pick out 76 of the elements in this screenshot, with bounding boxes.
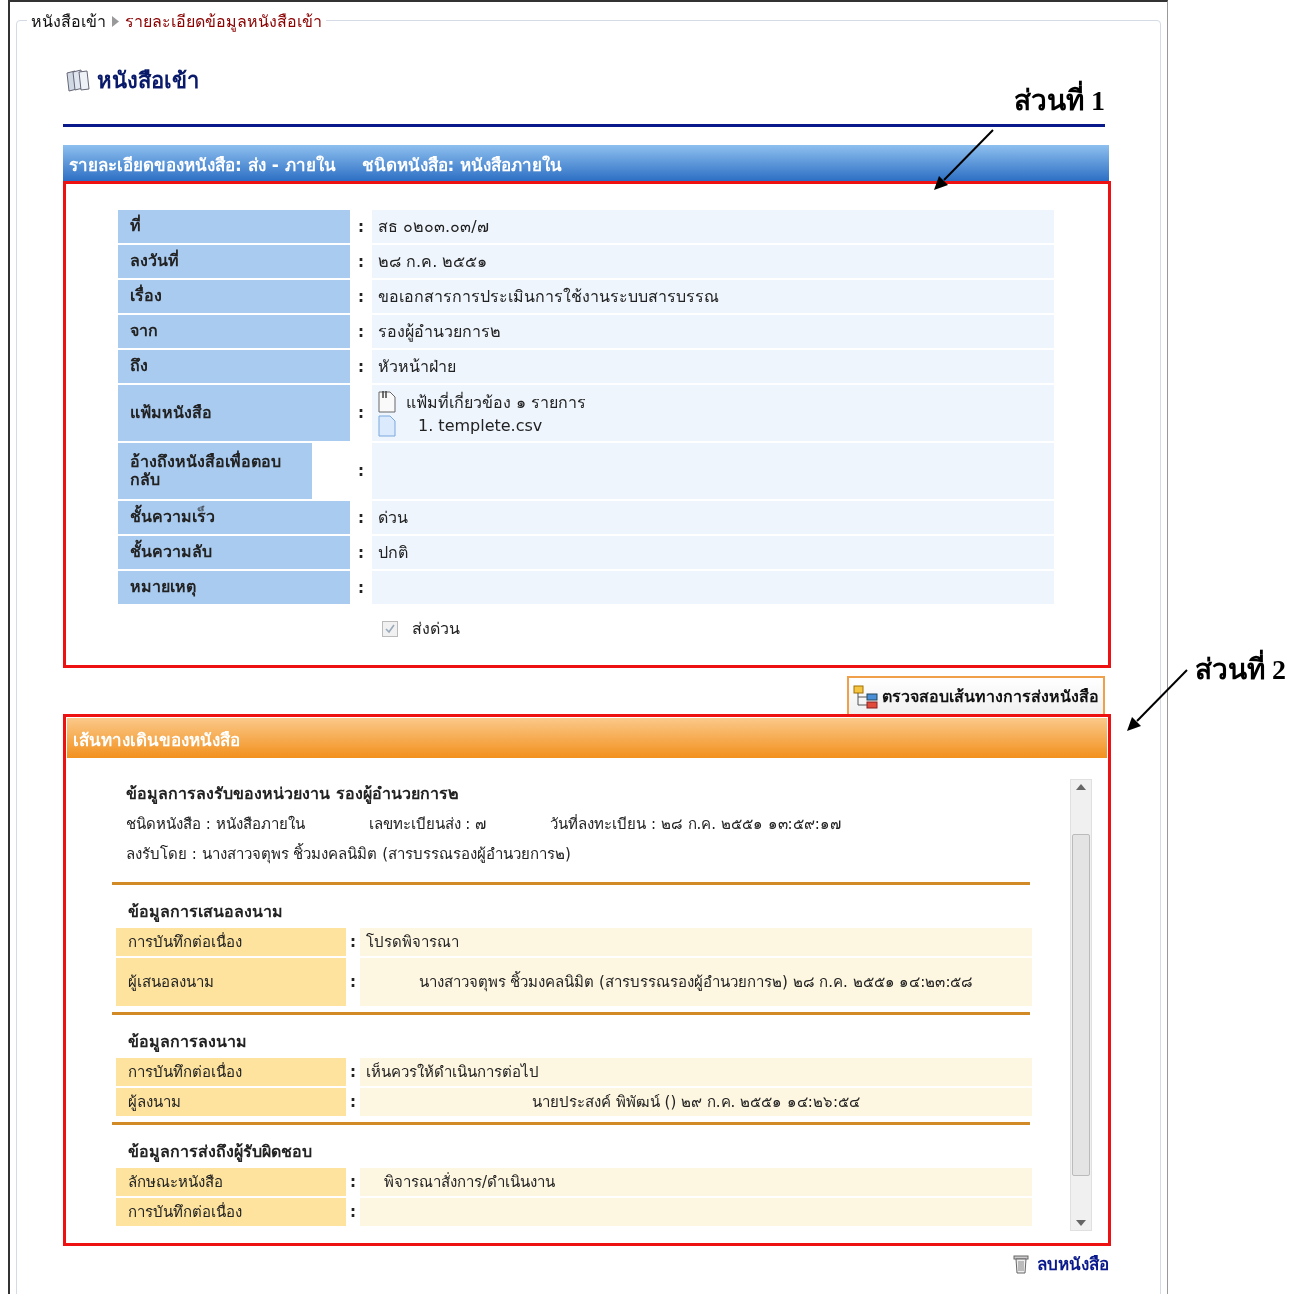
colon: : [357,577,365,599]
scroll-up-arrow-icon[interactable] [1076,784,1086,790]
trash-icon [1013,1253,1029,1274]
page-title: หนังสือเข้า [97,67,199,95]
value-text: ๒๘ ก.ค. ๒๕๕๑ [378,251,489,273]
books-icon [65,68,91,93]
annotation-arrow [934,129,994,190]
scroll-down-arrow-icon[interactable] [1076,1220,1086,1226]
annotation-label: ส่วนที่ 2 [1195,650,1286,690]
field-label: ลงวันที่ [118,245,350,278]
annotation-arrow [1127,669,1188,731]
colon: : [357,461,365,482]
colon: : [357,251,365,273]
field-label: เรื่อง [118,280,350,313]
field-label: ผู้ลงนาม [116,1088,346,1116]
delete-link[interactable]: ลบหนังสือ [1013,1250,1109,1277]
section-title: ข้อมูลการลงนาม [127,1031,248,1054]
field-label: ที่ [118,210,350,243]
attachment-summary: แฟ้มที่เกี่ยวข้อง ๑ รายการ [406,391,587,414]
clipped-pages-icon [378,391,396,413]
colon: : [349,972,357,993]
receipt-fact: วันที่ลงทะเบียน : ๒๘ ก.ค. ๒๕๕๑ ๑๓:๕๙:๑๗ [550,813,841,835]
check-route-button[interactable]: ตรวจสอบเส้นทางการส่งหนังสือ [847,676,1105,714]
value-text: นายประสงค์ พิพัฒน์ () ๒๙ ก.ค. ๒๕๕๑ ๑๔:๒๖:๕๔ [532,1092,860,1113]
flowchart-icon [853,684,879,709]
section-title: ข้อมูลการส่งถึงผู้รับผิดชอบ [127,1141,313,1164]
attachment-link[interactable]: 1. templete.csv [418,416,543,435]
colon: : [357,356,365,378]
value-text: รองผู้อำนวยการ๒ [378,321,502,344]
colon: : [349,932,357,953]
field-label: ถึง [118,350,350,383]
colon: : [357,286,365,308]
annotation-label: ส่วนที่ 1 [1014,80,1105,120]
colon: : [357,321,365,343]
value-text: หัวหน้าฝ่าย [378,356,457,378]
colon: : [357,542,365,564]
field-label: แฟ้มหนังสือ [118,385,350,441]
route-header: เส้นทางเดินของหนังสือ [67,718,1107,758]
section-title: ข้อมูลการเสนอลงนาม [127,901,284,924]
field-label: การบันทึกต่อเนื่อง [116,1198,346,1226]
colon: : [349,1062,357,1083]
document-icon [378,414,396,437]
colon: : [349,1092,357,1113]
scrollbar[interactable] [1070,779,1092,1231]
receipt-fact: เลขทะเบียนส่ง : ๗ [368,814,487,835]
receipt-fact: ชนิดหนังสือ : หนังสือภายใน [126,814,305,835]
received-by-text: ลงรับโดย : นางสาวจตุพร ชิ้วมงคลนิมิต (สารบรรณรองผู้อำนวยการ๒) [126,842,572,866]
checkbox-label: ส่งด่วน [412,618,460,640]
field-label: ลักษณะหนังสือ [116,1168,346,1196]
value-text: ปกติ [378,542,409,564]
value-text: สธ ๐๒๐๓.๐๓/๗ [378,216,490,238]
value-text: นางสาวจตุพร ชิ้วมงคลนิมิต (สารบรรณรองผู้อำนวยการ๒) ๒๘ ก.ค. ๒๕๕๑ ๑๔:๒๓:๕๘ [418,970,974,994]
value-text: ขอเอกสารการประเมินการใช้งานระบบสารบรรณ [378,286,720,308]
field-label: อ้างถึงหนังสือเพื่อตอบกลับ [118,443,312,499]
value-text: ด่วน [378,507,409,529]
breadcrumb-link[interactable]: หนังสือเข้า [31,9,106,34]
colon: : [357,403,365,424]
colon: : [357,216,365,238]
colon: : [349,1202,357,1223]
header-text: ชนิดหนังสือ: หนังสือภายใน [361,154,563,175]
field-label: ชั้นความลับ [118,536,350,569]
field-label: การบันทึกต่อเนื่อง [116,928,346,956]
field-label: ชั้นความเร็ว [118,501,350,534]
header-text: รายละเอียดของหนังสือ: ส่ง - ภายใน [69,154,336,175]
value-text: เห็นควรให้ดำเนินการต่อไป [366,1061,539,1083]
breadcrumb-arrow-icon [112,16,119,27]
field-label: การบันทึกต่อเนื่อง [116,1058,346,1086]
field-label: จาก [118,315,350,348]
colon: : [349,1172,357,1193]
value-text: โปรดพิจารณา [366,932,459,953]
field-label: ผู้เสนอลงนาม [116,958,346,1006]
section-title: ข้อมูลการลงรับของหน่วยงาน รองผู้อำนวยการ๒ [126,783,460,806]
breadcrumb-link[interactable]: รายละเอียดข้อมูลหนังสือเข้า [125,9,322,34]
colon: : [357,507,365,529]
value-text: พิจารณาสั่งการ/ดำเนินงาน [384,1171,556,1193]
field-label: หมายเหตุ [118,571,350,604]
